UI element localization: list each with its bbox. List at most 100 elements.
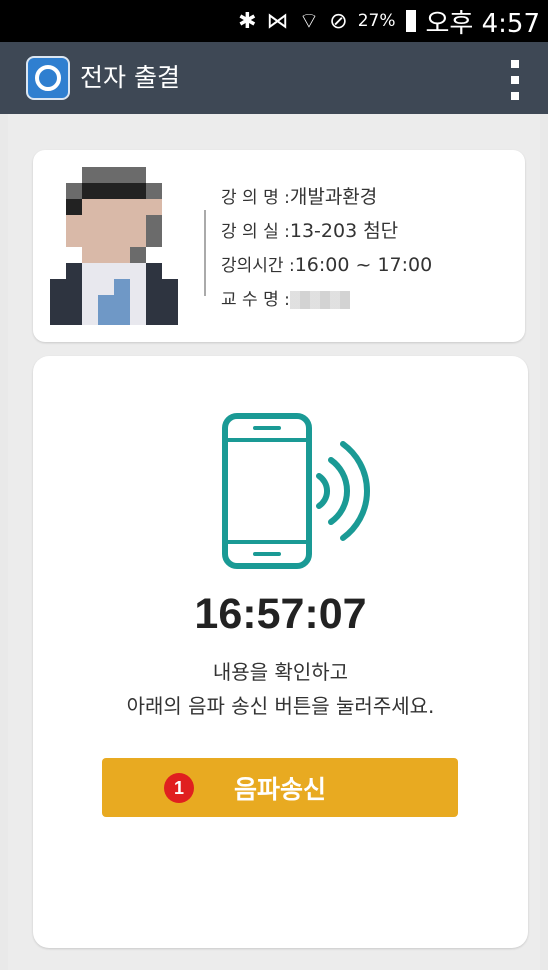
avatar-pixel <box>66 183 82 199</box>
avatar-pixel <box>66 215 82 231</box>
avatar-pixel <box>82 231 98 247</box>
avatar-pixel <box>66 199 82 215</box>
avatar-pixel <box>130 167 146 183</box>
lecture-time-row: 강의시간 :16:00 ~ 17:00 <box>221 248 432 282</box>
avatar-pixel <box>98 199 114 215</box>
avatar-pixel <box>130 311 146 325</box>
avatar-pixel <box>50 183 66 199</box>
blocked-icon: ⊘ <box>329 8 348 34</box>
step-badge: 1 <box>164 773 194 803</box>
overflow-menu-icon[interactable] <box>508 60 522 100</box>
avatar-pixel <box>130 215 146 231</box>
avatar-pixel <box>82 199 98 215</box>
status-bar: ✱ ⋈ ⌔ ⊘ 27% 오후 4:57 <box>0 0 548 42</box>
avatar-pixel <box>130 183 146 199</box>
avatar-pixel <box>98 231 114 247</box>
current-time: 16:57:07 <box>194 590 367 638</box>
avatar-pixel <box>82 247 98 263</box>
lecture-room-value: 13-203 첨단 <box>289 220 399 242</box>
lecture-info: 강 의 명 :개발과환경 강 의 실 :13-203 첨단 강의시간 :16:0… <box>221 180 432 316</box>
lecture-name-row: 강 의 명 :개발과환경 <box>221 180 432 214</box>
status-icons: ✱ ⋈ ⌔ ⊘ 27% 오후 4:57 <box>238 0 540 42</box>
avatar-pixel <box>162 167 178 183</box>
avatar-pixel <box>114 295 130 311</box>
avatar-pixel <box>114 215 130 231</box>
avatar-pixel <box>50 279 66 295</box>
avatar-pixel <box>146 263 162 279</box>
avatar-pixel <box>50 215 66 231</box>
avatar-pixel <box>82 311 98 325</box>
avatar-pixel <box>50 199 66 215</box>
professor-name-blurred <box>289 290 350 309</box>
avatar-pixel <box>82 183 98 199</box>
avatar-pixel <box>98 215 114 231</box>
lecture-name-label: 강 의 명 : <box>221 188 290 208</box>
avatar-pixel <box>130 199 146 215</box>
avatar-pixel <box>82 215 98 231</box>
avatar-pixel <box>146 295 162 311</box>
avatar-pixel <box>162 247 178 263</box>
bluetooth-icon: ✱ <box>238 8 257 34</box>
avatar-pixel <box>146 231 162 247</box>
lecture-info-card: 강 의 명 :개발과환경 강 의 실 :13-203 첨단 강의시간 :16:0… <box>33 150 525 342</box>
avatar-pixel <box>114 183 130 199</box>
avatar-pixel <box>146 311 162 325</box>
avatar-pixel <box>130 263 146 279</box>
avatar-pixel <box>114 247 130 263</box>
lecture-room-label: 강 의 실 : <box>221 222 290 242</box>
avatar-pixel <box>82 263 98 279</box>
avatar-pixel <box>114 263 130 279</box>
battery-percent: 27% <box>357 11 396 31</box>
avatar-pixel <box>130 231 146 247</box>
status-time: 오후 4:57 <box>425 8 541 39</box>
app-power-icon <box>26 56 70 100</box>
avatar-pixel <box>66 279 82 295</box>
professor-label: 교 수 명 : <box>221 290 290 310</box>
avatar-pixel <box>146 167 162 183</box>
avatar <box>50 167 178 325</box>
avatar-pixel <box>130 295 146 311</box>
lecture-room-row: 강 의 실 :13-203 첨단 <box>221 214 432 248</box>
avatar-pixel <box>50 167 66 183</box>
avatar-pixel <box>66 231 82 247</box>
avatar-pixel <box>50 247 66 263</box>
avatar-pixel <box>114 167 130 183</box>
divider <box>204 210 206 296</box>
avatar-pixel <box>66 295 82 311</box>
avatar-pixel <box>146 183 162 199</box>
app-title: 전자 출결 <box>80 63 180 92</box>
avatar-pixel <box>50 311 66 325</box>
avatar-pixel <box>146 199 162 215</box>
avatar-pixel <box>50 295 66 311</box>
wifi-icon: ⌔ <box>298 9 320 34</box>
avatar-pixel <box>114 279 130 295</box>
instruction-line-1: 내용을 확인하고 <box>212 660 349 684</box>
avatar-pixel <box>162 215 178 231</box>
avatar-pixel <box>98 247 114 263</box>
avatar-pixel <box>162 295 178 311</box>
avatar-pixel <box>98 295 114 311</box>
avatar-pixel <box>146 247 162 263</box>
avatar-pixel <box>130 247 146 263</box>
avatar-pixel <box>50 231 66 247</box>
avatar-pixel <box>146 215 162 231</box>
avatar-pixel <box>98 279 114 295</box>
attendance-card: 16:57:07 내용을 확인하고 아래의 음파 송신 버튼을 눌러주세요. 1… <box>33 356 528 948</box>
instruction-line-2: 아래의 음파 송신 버튼을 눌러주세요. <box>126 694 435 718</box>
avatar-pixel <box>162 311 178 325</box>
avatar-pixel <box>162 199 178 215</box>
avatar-pixel <box>162 231 178 247</box>
avatar-pixel <box>66 311 82 325</box>
avatar-pixel <box>82 295 98 311</box>
avatar-pixel <box>66 247 82 263</box>
lecture-name-value: 개발과환경 <box>289 186 378 208</box>
avatar-pixel <box>98 263 114 279</box>
avatar-pixel <box>82 167 98 183</box>
avatar-pixel <box>98 311 114 325</box>
lecture-time-value: 16:00 ~ 17:00 <box>294 254 433 276</box>
avatar-pixel <box>130 279 146 295</box>
send-button-label: 음파송신 <box>233 774 326 804</box>
phone-signal-icon <box>222 413 371 569</box>
send-sound-wave-button[interactable]: 1 음파송신 <box>102 758 458 817</box>
avatar-pixel <box>114 199 130 215</box>
